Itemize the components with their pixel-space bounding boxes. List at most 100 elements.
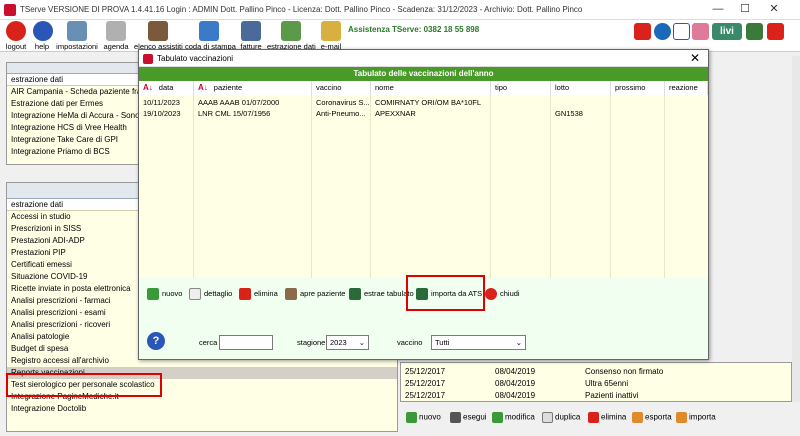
- cell: 08/04/2019: [495, 391, 536, 399]
- cerca-label: cerca: [199, 338, 218, 347]
- column-divider: [312, 95, 371, 278]
- table-row[interactable]: 25/12/2017 08/04/2019 Pazienti inattivi: [401, 391, 791, 399]
- row-2-lotto[interactable]: GN1538: [551, 108, 611, 119]
- title-bar: TServe VERSIONE DI PROVA 1.4.41.16 Login…: [0, 0, 800, 20]
- row-2-data[interactable]: 19/10/2023: [139, 108, 194, 119]
- calendar-icon: [106, 21, 126, 41]
- delete-x-icon: [588, 412, 599, 423]
- dialog-title-bar: Tabulato vaccinazioni ✕: [139, 50, 708, 67]
- partner-d-icon[interactable]: [673, 23, 690, 40]
- settings-button[interactable]: impostazioni: [56, 21, 98, 51]
- help-circle-icon[interactable]: ?: [147, 332, 165, 350]
- cell: 08/04/2019: [495, 367, 536, 376]
- livi-button[interactable]: livi: [712, 23, 742, 40]
- row-2-vaccino[interactable]: Anti-Pneumo...: [312, 108, 371, 119]
- partner-heart-icon[interactable]: [692, 23, 709, 40]
- chevron-down-icon: ⌄: [358, 338, 365, 347]
- right-delete-button[interactable]: elimina: [588, 412, 626, 423]
- column-header-vaccino[interactable]: vaccino: [312, 81, 371, 95]
- close-dialog-button[interactable]: chiudi: [485, 288, 520, 300]
- dialog-close-button[interactable]: ✕: [690, 51, 700, 65]
- right-toolbar: nuovo esegui modifica duplica elimina es…: [400, 404, 792, 432]
- close-button[interactable]: ✕: [762, 2, 786, 16]
- invoice-icon: [241, 21, 261, 41]
- email-button[interactable]: e-mail: [318, 21, 344, 51]
- maximize-button[interactable]: ☐: [733, 2, 757, 16]
- vaccine-value: Tutti: [435, 338, 450, 347]
- check-icon: [492, 412, 503, 423]
- delete-x-icon: [239, 288, 251, 300]
- dialog-header: Tabulato delle vaccinazioni dell'anno: [139, 67, 708, 81]
- run-icon: [450, 412, 461, 423]
- right-duplicate-button[interactable]: duplica: [542, 412, 580, 423]
- season-select[interactable]: 2023 ⌄: [326, 335, 369, 350]
- row-1-paziente[interactable]: AAAB AAAB 01/07/2000: [194, 97, 312, 108]
- patient-list-button[interactable]: elenco assistiti: [134, 21, 183, 51]
- print-queue-icon: [199, 21, 219, 41]
- data-extraction-button[interactable]: estrazione dati: [267, 21, 316, 51]
- column-header-lotto[interactable]: lotto: [551, 81, 611, 95]
- dialog-footer: nuovo dettaglio elimina apre paziente es…: [139, 275, 708, 359]
- right-import-button[interactable]: importa: [676, 412, 716, 423]
- column-header-prossimo[interactable]: prossimo: [611, 81, 665, 95]
- help-button[interactable]: help: [33, 21, 53, 51]
- row-1-lotto[interactable]: [551, 97, 611, 108]
- highlight-import-ats: [406, 275, 485, 311]
- detail-icon: [189, 288, 201, 300]
- column-divider: [139, 95, 194, 278]
- column-divider: [371, 95, 491, 278]
- search-input[interactable]: [219, 335, 273, 350]
- print-queue-button[interactable]: coda di stampa: [185, 21, 236, 51]
- right-run-button[interactable]: esegui: [450, 412, 487, 423]
- extract-report-button[interactable]: estrae tabulato: [349, 288, 414, 300]
- right-scrollbar[interactable]: [792, 56, 800, 402]
- detail-button[interactable]: dettaglio: [189, 288, 232, 300]
- excel-icon: [349, 288, 361, 300]
- window-title: TServe VERSIONE DI PROVA 1.4.41.16 Login…: [20, 5, 583, 14]
- table-row[interactable]: 25/12/2017 08/04/2019 Consenso non firmato: [401, 367, 791, 377]
- column-divider: [611, 95, 665, 278]
- new-button[interactable]: nuovo: [147, 288, 182, 300]
- chevron-down-icon: ⌄: [515, 338, 522, 347]
- cell: Consenso non firmato: [585, 367, 664, 376]
- cell: 25/12/2017: [405, 367, 446, 376]
- plus-icon: [406, 412, 417, 423]
- row-1-data[interactable]: 10/11/2023: [139, 97, 194, 108]
- row-2-nome[interactable]: APEXXNAR: [371, 108, 491, 119]
- vaccination-grid: A↓ data A↓ paziente vaccino nome tipo lott…: [139, 81, 708, 278]
- row-1-nome[interactable]: COMIRNATY ORI/OM BA*10FL: [371, 97, 491, 108]
- highlight-reports-vaccinazioni: [6, 373, 162, 397]
- table-row[interactable]: 25/12/2017 08/04/2019 Ultra 65enni: [401, 379, 791, 389]
- logout-button[interactable]: logout: [4, 21, 28, 51]
- vaccine-select[interactable]: Tutti ⌄: [431, 335, 526, 350]
- partner-cross-icon[interactable]: [767, 23, 784, 40]
- row-1-vaccino[interactable]: Coronavirus S...: [312, 97, 371, 108]
- column-header-reazione[interactable]: reazione: [665, 81, 708, 95]
- open-patient-button[interactable]: apre paziente: [285, 288, 345, 300]
- column-header-tipo[interactable]: tipo: [491, 81, 551, 95]
- person-icon: [285, 288, 297, 300]
- support-phone: Assistenza TServe: 0382 18 55 898: [348, 25, 480, 34]
- partner-red-icon[interactable]: [634, 23, 651, 40]
- cell: Ultra 65enni: [585, 379, 629, 388]
- invoices-button[interactable]: fatture: [238, 21, 264, 51]
- agenda-button[interactable]: agenda: [103, 21, 129, 51]
- column-divider: [551, 95, 611, 278]
- delete-button[interactable]: elimina: [239, 288, 278, 300]
- list-item[interactable]: Integrazione Doctolib: [7, 403, 397, 415]
- power-icon: [6, 21, 26, 41]
- column-divider: [194, 95, 312, 278]
- partner-blue-icon[interactable]: [654, 23, 671, 40]
- row-2-paziente[interactable]: LNR CML 15/07/1956: [194, 108, 312, 119]
- minimize-button[interactable]: —: [706, 2, 730, 16]
- right-export-button[interactable]: esporta: [632, 412, 672, 423]
- column-header-nome[interactable]: nome: [371, 81, 491, 95]
- column-header-paziente[interactable]: A↓ paziente: [194, 81, 312, 95]
- cell: 25/12/2017: [405, 379, 446, 388]
- column-header-data[interactable]: A↓ data: [139, 81, 194, 95]
- import-icon: [676, 412, 687, 423]
- right-edit-button[interactable]: modifica: [492, 412, 535, 423]
- right-new-button[interactable]: nuovo: [406, 412, 441, 423]
- partner-grid-icon[interactable]: [746, 23, 763, 40]
- close-circle-icon: [485, 288, 497, 300]
